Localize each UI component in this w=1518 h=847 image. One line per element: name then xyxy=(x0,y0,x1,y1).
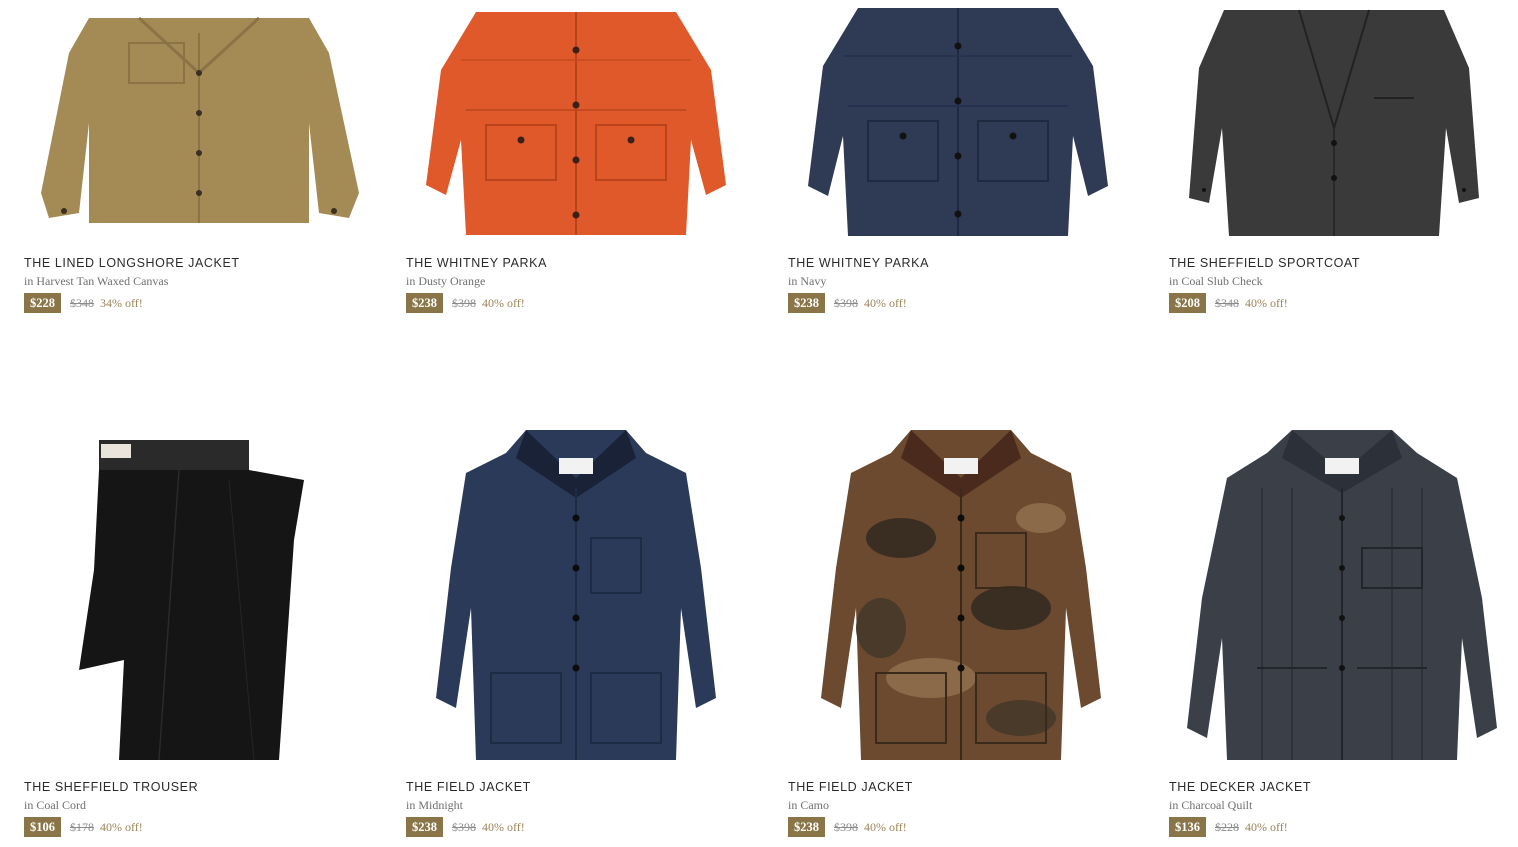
midnight-field-jacket-image xyxy=(436,430,716,760)
price-row: $238 $398 40% off! xyxy=(788,293,929,313)
sale-price-badge: $238 xyxy=(406,817,443,837)
original-price: $398 xyxy=(834,819,858,834)
sale-price-badge: $136 xyxy=(1169,817,1206,837)
original-price: $398 xyxy=(452,819,476,834)
discount-label: 34% off! xyxy=(100,295,143,310)
variant-name: Coal Slub Check xyxy=(1181,274,1263,288)
variant-name: Navy xyxy=(800,274,827,288)
product-variant: in Dusty Orange xyxy=(406,274,547,289)
price-row: $238 $398 40% off! xyxy=(788,817,913,837)
tan-jacket-image xyxy=(41,16,359,223)
original-price: $398 xyxy=(452,295,476,310)
discount-label: 40% off! xyxy=(1245,819,1288,834)
discount-label: 40% off! xyxy=(864,819,907,834)
original-price: $348 xyxy=(1215,295,1239,310)
orange-parka-image xyxy=(426,12,726,235)
black-trouser-image xyxy=(79,440,304,760)
variant-name: Charcoal Quilt xyxy=(1181,798,1253,812)
product-card[interactable]: THE FIELD JACKET in Midnight $238 $398 40… xyxy=(406,420,766,837)
product-image[interactable] xyxy=(788,420,1133,760)
discount-label: 40% off! xyxy=(482,819,525,834)
variant-name: Coal Cord xyxy=(36,798,87,812)
original-price: $178 xyxy=(70,819,94,834)
product-title[interactable]: THE DECKER JACKET xyxy=(1169,780,1311,794)
variant-prefix: in xyxy=(788,798,798,812)
price-row: $238 $398 40% off! xyxy=(406,817,531,837)
product-card[interactable]: THE FIELD JACKET in Camo $238 $398 40% of… xyxy=(788,420,1148,837)
product-title[interactable]: THE LINED LONGSHORE JACKET xyxy=(24,256,240,270)
product-card[interactable]: THE LINED LONGSHORE JACKET in Harvest Tan… xyxy=(24,0,384,330)
product-card[interactable]: THE WHITNEY PARKA in Dusty Orange $238 $3… xyxy=(406,0,766,330)
price-row: $136 $228 40% off! xyxy=(1169,817,1311,837)
product-title[interactable]: THE SHEFFIELD SPORTCOAT xyxy=(1169,256,1360,270)
product-card[interactable]: THE SHEFFIELD TROUSER in Coal Cord $106 $… xyxy=(24,420,384,837)
price-row: $238 $398 40% off! xyxy=(406,293,547,313)
sale-price-badge: $208 xyxy=(1169,293,1206,313)
product-image[interactable] xyxy=(24,420,374,760)
product-title[interactable]: THE WHITNEY PARKA xyxy=(406,256,547,270)
charcoal-sportcoat-image xyxy=(1189,9,1479,236)
charcoal-quilted-jacket-image xyxy=(1186,430,1497,760)
sale-price-badge: $238 xyxy=(788,817,825,837)
original-price: $398 xyxy=(834,295,858,310)
variant-prefix: in xyxy=(1169,274,1179,288)
variant-name: Midnight xyxy=(418,798,464,812)
variant-prefix: in xyxy=(24,798,34,812)
product-image[interactable] xyxy=(1169,0,1499,238)
product-variant: in Navy xyxy=(788,274,929,289)
product-card[interactable]: THE WHITNEY PARKA in Navy $238 $398 40% o… xyxy=(788,0,1148,330)
variant-prefix: in xyxy=(1169,798,1179,812)
camo-field-jacket-image xyxy=(820,430,1101,760)
sale-price-badge: $106 xyxy=(24,817,61,837)
product-variant: in Coal Slub Check xyxy=(1169,274,1360,289)
variant-prefix: in xyxy=(406,798,416,812)
variant-prefix: in xyxy=(788,274,798,288)
navy-parka-image xyxy=(808,8,1108,236)
discount-label: 40% off! xyxy=(482,295,525,310)
product-card[interactable]: THE DECKER JACKET in Charcoal Quilt $136 … xyxy=(1169,420,1518,837)
sale-price-badge: $238 xyxy=(406,293,443,313)
price-row: $106 $178 40% off! xyxy=(24,817,198,837)
product-variant: in Charcoal Quilt xyxy=(1169,798,1311,813)
sale-price-badge: $238 xyxy=(788,293,825,313)
product-variant: in Midnight xyxy=(406,798,531,813)
product-card[interactable]: THE SHEFFIELD SPORTCOAT in Coal Slub Chec… xyxy=(1169,0,1518,330)
product-title[interactable]: THE FIELD JACKET xyxy=(788,780,913,794)
product-variant: in Harvest Tan Waxed Canvas xyxy=(24,274,240,289)
original-price: $228 xyxy=(1215,819,1239,834)
product-image[interactable] xyxy=(1169,420,1514,760)
product-image[interactable] xyxy=(396,0,756,238)
original-price: $348 xyxy=(70,295,94,310)
discount-label: 40% off! xyxy=(864,295,907,310)
discount-label: 40% off! xyxy=(100,819,143,834)
product-variant: in Coal Cord xyxy=(24,798,198,813)
variant-prefix: in xyxy=(406,274,416,288)
product-image[interactable] xyxy=(24,0,374,238)
product-image[interactable] xyxy=(406,420,746,760)
product-grid: THE LINED LONGSHORE JACKET in Harvest Tan… xyxy=(0,0,1518,847)
product-title[interactable]: THE FIELD JACKET xyxy=(406,780,531,794)
variant-prefix: in xyxy=(24,274,34,288)
product-title[interactable]: THE SHEFFIELD TROUSER xyxy=(24,780,198,794)
price-row: $208 $348 40% off! xyxy=(1169,293,1360,313)
discount-label: 40% off! xyxy=(1245,295,1288,310)
product-title[interactable]: THE WHITNEY PARKA xyxy=(788,256,929,270)
variant-name: Camo xyxy=(800,798,830,812)
price-row: $228 $348 34% off! xyxy=(24,293,240,313)
sale-price-badge: $228 xyxy=(24,293,61,313)
product-image[interactable] xyxy=(778,0,1138,238)
product-variant: in Camo xyxy=(788,798,913,813)
variant-name: Harvest Tan Waxed Canvas xyxy=(36,274,169,288)
variant-name: Dusty Orange xyxy=(418,274,486,288)
